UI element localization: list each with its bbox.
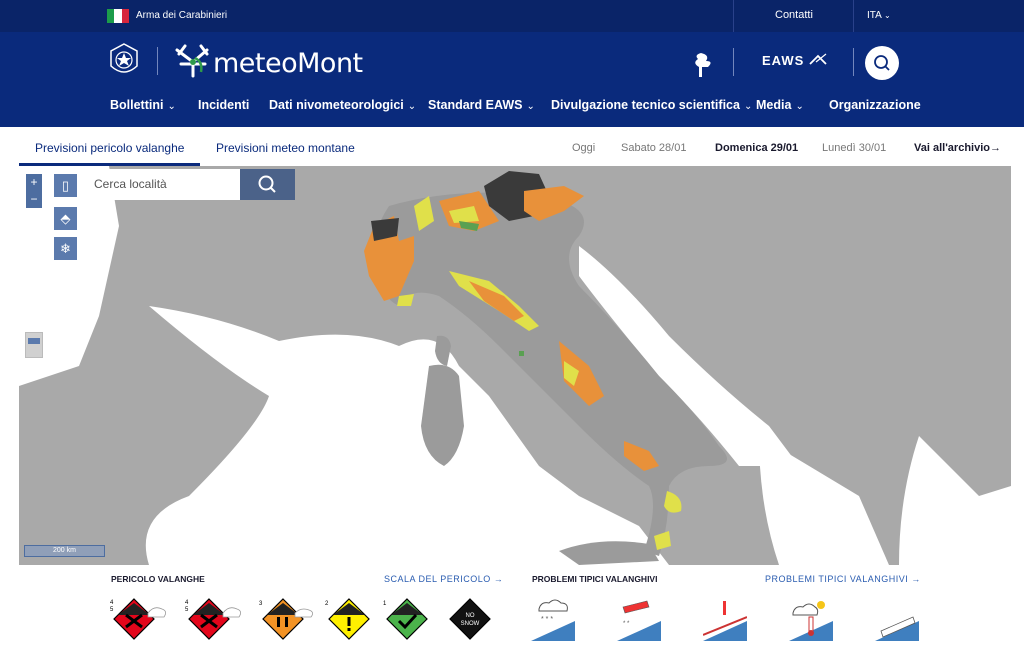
problems-legend-title: PROBLEMI TIPICI VALANGHIVI <box>532 574 658 584</box>
day-lunedi[interactable]: Lunedì 30/01 <box>822 142 886 154</box>
top-bar: Arma dei Carabinieri Contatti ITA ⌄ <box>0 0 1024 32</box>
danger-level-2-icon: 2 <box>325 598 370 640</box>
nav-item-standard-eaws[interactable]: Standard EAWS ⌄ <box>428 98 535 112</box>
location-search-input[interactable]: Cerca località <box>86 169 240 200</box>
chevron-down-icon: ⌄ <box>526 101 535 112</box>
language-label: ITA <box>867 10 882 21</box>
avalanche-danger-map[interactable]: + − ▯ ⬘ ❄ Cerca località 200 km <box>19 166 1011 565</box>
divider <box>733 48 734 76</box>
day-sabato[interactable]: Sabato 28/01 <box>621 142 686 154</box>
danger-3-number: 3 <box>259 601 263 607</box>
map-canvas <box>19 166 1011 565</box>
persistent-weak-layer-problem-icon <box>703 601 747 641</box>
danger-level-5-icon: 4 5 <box>110 598 166 640</box>
chevron-down-icon: ⌄ <box>167 101 176 112</box>
logo-text: meteoMont <box>213 48 363 79</box>
danger-4-top-number: 4 <box>185 600 189 606</box>
search-icon <box>874 55 890 71</box>
chevron-down-icon: ⌄ <box>884 11 891 20</box>
language-selector[interactable]: ITA ⌄ <box>867 10 891 21</box>
zoom-out-button[interactable]: − <box>26 191 42 208</box>
mountain-icon: ⬘ <box>60 211 71 226</box>
main-header: meteoMont EAWS Bollettini ⌄ Incidenti Dat… <box>0 32 1024 127</box>
map-legend: PERICOLO VALANGHE SCALA DEL PERICOLO → P… <box>0 565 1024 647</box>
archive-link[interactable]: Vai all'archivio→ <box>914 142 1001 154</box>
nav-label: Media <box>756 98 792 112</box>
map-book-button[interactable]: ▯ <box>54 174 77 197</box>
danger-legend-title: PERICOLO VALANGHE <box>111 574 205 584</box>
danger-1-number: 1 <box>383 601 387 607</box>
nav-item-media[interactable]: Media ⌄ <box>756 98 804 112</box>
search-icon <box>258 175 276 193</box>
no-snow-label-1: NO <box>466 613 475 619</box>
gliding-snow-problem-icon <box>875 616 919 641</box>
layer-switcher[interactable] <box>25 332 43 358</box>
wind-slab-problem-icon: * * <box>617 600 661 641</box>
no-snow-icon: NO SNOW <box>449 598 491 640</box>
nav-item-dati-nivometeorologici[interactable]: Dati nivometeorologici ⌄ <box>269 98 416 112</box>
chevron-down-icon: ⌄ <box>743 101 753 112</box>
nav-label: Divulgazione tecnico scientifica <box>551 98 740 112</box>
arma-carabinieri-link[interactable]: Arma dei Carabinieri <box>136 10 227 21</box>
forecast-tabs: Previsioni pericolo valanghe Previsioni … <box>0 127 1024 166</box>
divider <box>733 0 734 32</box>
eaws-logo-text[interactable]: EAWS <box>762 53 804 68</box>
scale-bar: 200 km <box>24 545 105 557</box>
chevron-down-icon: ⌄ <box>795 101 804 112</box>
snowflake-icon: ❄ <box>60 241 71 256</box>
danger-5-bottom-number: 5 <box>110 607 114 613</box>
no-snow-label-2: SNOW <box>461 621 480 627</box>
zoom-controls: + − <box>26 174 42 208</box>
nav-label: Dati nivometeorologici <box>269 98 404 112</box>
contatti-link[interactable]: Contatti <box>775 9 813 21</box>
zoom-in-button[interactable]: + <box>26 174 42 191</box>
map-book-icon: ▯ <box>61 178 70 193</box>
map-mountain-button[interactable]: ⬘ <box>54 207 77 230</box>
problems-link[interactable]: PROBLEMI TIPICI VALANGHIVI → <box>765 574 921 584</box>
nav-label: Bollettini <box>110 98 164 112</box>
chevron-down-icon: ⌄ <box>407 101 417 112</box>
italy-flag-icon <box>107 9 129 23</box>
wet-snow-problem-icon <box>789 601 833 641</box>
republic-emblem-icon <box>110 43 138 73</box>
divider <box>853 0 854 32</box>
main-nav: Bollettini ⌄ Incidenti Dati nivometeorolo… <box>0 98 1024 120</box>
divider <box>853 48 854 76</box>
header-search-button[interactable] <box>865 46 899 80</box>
meteomont-logo[interactable]: meteoMont <box>173 42 363 82</box>
day-oggi[interactable]: Oggi <box>572 142 595 154</box>
danger-level-4-icon: 4 5 <box>185 598 241 640</box>
danger-level-3-icon: 3 <box>259 598 313 640</box>
nav-label: Incidenti <box>198 98 250 112</box>
svg-text:* *: * * <box>623 621 630 627</box>
svg-text:* * *: * * * <box>541 616 553 623</box>
nav-item-incidenti[interactable]: Incidenti <box>198 98 249 112</box>
nav-label: Organizzazione <box>829 98 921 112</box>
danger-2-number: 2 <box>325 601 329 607</box>
eaws-mark-icon <box>809 53 827 65</box>
danger-level-1-icon: 1 <box>383 598 428 640</box>
danger-scale-link[interactable]: SCALA DEL PERICOLO → <box>384 574 503 584</box>
snowflake-logo-icon <box>175 44 209 78</box>
nav-item-organizzazione[interactable]: Organizzazione <box>829 98 921 112</box>
danger-5-top-number: 4 <box>110 600 114 606</box>
nav-item-bollettini[interactable]: Bollettini ⌄ <box>110 98 176 112</box>
day-domenica[interactable]: Domenica 29/01 <box>715 142 798 154</box>
nav-label: Standard EAWS <box>428 98 523 112</box>
map-snowflake-button[interactable]: ❄ <box>54 237 77 260</box>
danger-4-bottom-number: 5 <box>185 607 189 613</box>
layer-icon <box>28 338 40 344</box>
nav-item-divulgazione[interactable]: Divulgazione tecnico scientifica ⌄ <box>551 98 752 112</box>
divider <box>157 47 158 75</box>
tab-previsioni-meteo-montane[interactable]: Previsioni meteo montane <box>216 141 355 155</box>
carabinieri-flame-icon[interactable] <box>686 49 716 79</box>
tab-previsioni-pericolo-valanghe[interactable]: Previsioni pericolo valanghe <box>19 127 200 166</box>
new-snow-problem-icon: * * * <box>531 599 575 641</box>
location-search-button[interactable] <box>240 169 295 200</box>
